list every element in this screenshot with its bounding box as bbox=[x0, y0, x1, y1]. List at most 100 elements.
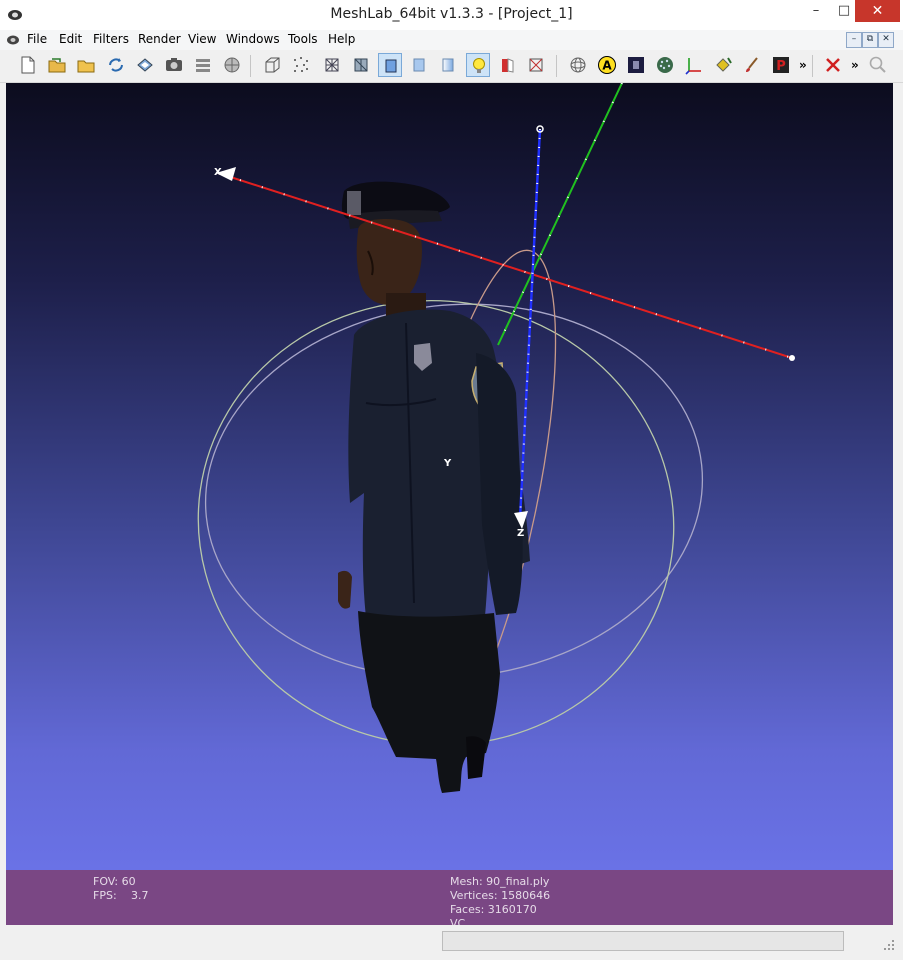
toolbar-separator bbox=[812, 55, 813, 77]
back-face-icon bbox=[529, 58, 543, 72]
svg-text:P: P bbox=[776, 59, 786, 74]
smooth-button[interactable] bbox=[436, 53, 460, 77]
new-project-button[interactable] bbox=[16, 53, 40, 77]
flat-shading-icon bbox=[413, 58, 425, 72]
window-title: MeshLab_64bit v1.3.3 - [Project_1] bbox=[330, 6, 573, 22]
main-toolbar: A P » » bbox=[0, 50, 903, 83]
pickpoints-icon: P bbox=[773, 57, 789, 74]
3d-viewport[interactable]: X Y Z bbox=[6, 83, 893, 870]
folder-icon bbox=[77, 60, 95, 73]
menu-help[interactable]: Help bbox=[328, 32, 355, 46]
trackball-icon bbox=[570, 57, 586, 73]
menu-view[interactable]: View bbox=[188, 32, 216, 46]
letter-a-icon: A bbox=[598, 56, 616, 74]
paint-button[interactable] bbox=[711, 53, 735, 77]
paint-bucket-icon bbox=[716, 57, 732, 72]
menu-filters[interactable]: Filters bbox=[93, 32, 129, 46]
raster-layers-button[interactable] bbox=[220, 53, 244, 77]
search-icon bbox=[869, 56, 886, 73]
scene-canvas[interactable] bbox=[6, 83, 893, 870]
toolbar-overflow-button[interactable]: » bbox=[799, 58, 807, 72]
new-file-icon bbox=[21, 56, 35, 74]
menu-tools[interactable]: Tools bbox=[288, 32, 318, 46]
pickpoints-button[interactable]: P bbox=[769, 53, 793, 77]
close-button[interactable]: ✕ bbox=[855, 0, 900, 22]
flat-button[interactable] bbox=[407, 53, 431, 77]
title-bar: MeshLab_64bit v1.3.3 - [Project_1] – □ ✕ bbox=[0, 0, 903, 31]
layers-icon bbox=[196, 59, 210, 72]
annotation-button[interactable]: A bbox=[595, 53, 619, 77]
menu-windows[interactable]: Windows bbox=[226, 32, 280, 46]
red-x-icon bbox=[826, 58, 840, 72]
fps-label: FPS: bbox=[93, 889, 117, 902]
info-overlay: FOV: 60 FPS: 3.7 Mesh: 90_final.ply Vert… bbox=[6, 870, 893, 925]
svg-text:A: A bbox=[602, 59, 612, 73]
save-button[interactable] bbox=[133, 53, 157, 77]
double-side-lighting-button[interactable] bbox=[495, 53, 519, 77]
x-axis-label: X bbox=[214, 167, 222, 178]
fov-readout: FOV: 60 bbox=[93, 875, 136, 888]
face-count: Faces: 3160170 bbox=[450, 903, 537, 916]
points-icon bbox=[294, 57, 308, 72]
texture-button[interactable] bbox=[624, 53, 648, 77]
mdi-close-button[interactable]: ✕ bbox=[878, 32, 894, 48]
axes-icon bbox=[685, 58, 701, 75]
sphere-icon bbox=[657, 57, 673, 73]
brush-icon bbox=[746, 57, 758, 72]
layers-button[interactable] bbox=[191, 53, 215, 77]
toolbar-overflow-button-2[interactable]: » bbox=[851, 58, 859, 72]
progress-bar bbox=[442, 931, 844, 951]
open-project-button[interactable] bbox=[45, 53, 69, 77]
texture-icon bbox=[628, 57, 644, 73]
cube-wireframe-icon bbox=[265, 57, 280, 73]
document-icon[interactable] bbox=[6, 33, 20, 47]
brush-button[interactable] bbox=[740, 53, 764, 77]
resize-grip-icon[interactable] bbox=[882, 938, 896, 952]
fps-value: 3.7 bbox=[131, 889, 149, 902]
bounding-box-button[interactable] bbox=[260, 53, 284, 77]
wireframe-button[interactable] bbox=[320, 53, 344, 77]
import-mesh-button[interactable] bbox=[74, 53, 98, 77]
flat-lines-button[interactable] bbox=[378, 53, 402, 77]
menu-edit[interactable]: Edit bbox=[59, 32, 82, 46]
vertex-count: Vertices: 1580646 bbox=[450, 889, 551, 902]
open-folder-icon bbox=[48, 58, 66, 73]
police-officer-mesh[interactable] bbox=[338, 181, 530, 793]
reload-button[interactable] bbox=[104, 53, 128, 77]
align-button[interactable] bbox=[682, 53, 706, 77]
mdi-minimize-button[interactable]: – bbox=[846, 32, 862, 48]
toolbar-separator bbox=[556, 55, 557, 77]
points-button[interactable] bbox=[289, 53, 313, 77]
minimize-button[interactable]: – bbox=[802, 0, 830, 22]
reload-icon bbox=[109, 58, 123, 72]
mdi-restore-button[interactable]: ⧉ bbox=[862, 32, 878, 48]
wireframe-icon bbox=[325, 58, 339, 72]
smooth-shading-icon bbox=[442, 58, 454, 72]
double-side-icon bbox=[502, 58, 514, 73]
menu-bar: File Edit Filters Render View Windows To… bbox=[0, 30, 903, 50]
light-button[interactable] bbox=[466, 53, 490, 77]
camera-icon bbox=[166, 58, 182, 71]
quality-mapper-button[interactable] bbox=[653, 53, 677, 77]
save-icon bbox=[137, 58, 153, 72]
y-axis-label: Y bbox=[444, 458, 452, 469]
trackball-button[interactable] bbox=[566, 53, 590, 77]
x-axis-end bbox=[789, 355, 795, 361]
globe-layers-icon bbox=[224, 57, 240, 73]
flat-lines-icon bbox=[385, 59, 397, 73]
maximize-button[interactable]: □ bbox=[830, 0, 858, 22]
snapshot-button[interactable] bbox=[162, 53, 186, 77]
hidden-lines-button[interactable] bbox=[349, 53, 373, 77]
z-axis-label: Z bbox=[517, 528, 525, 539]
vertex-color-flag: VC bbox=[450, 917, 466, 925]
light-bulb-icon bbox=[473, 58, 485, 73]
y-axis-line bbox=[497, 83, 623, 346]
menu-render[interactable]: Render bbox=[138, 32, 181, 46]
search-button[interactable] bbox=[866, 53, 890, 77]
close-measure-button[interactable] bbox=[821, 53, 845, 77]
back-face-button[interactable] bbox=[524, 53, 548, 77]
menu-file[interactable]: File bbox=[27, 32, 47, 46]
toolbar-separator bbox=[250, 55, 251, 77]
hidden-lines-icon bbox=[354, 58, 368, 72]
mesh-name: Mesh: 90_final.ply bbox=[450, 875, 550, 888]
